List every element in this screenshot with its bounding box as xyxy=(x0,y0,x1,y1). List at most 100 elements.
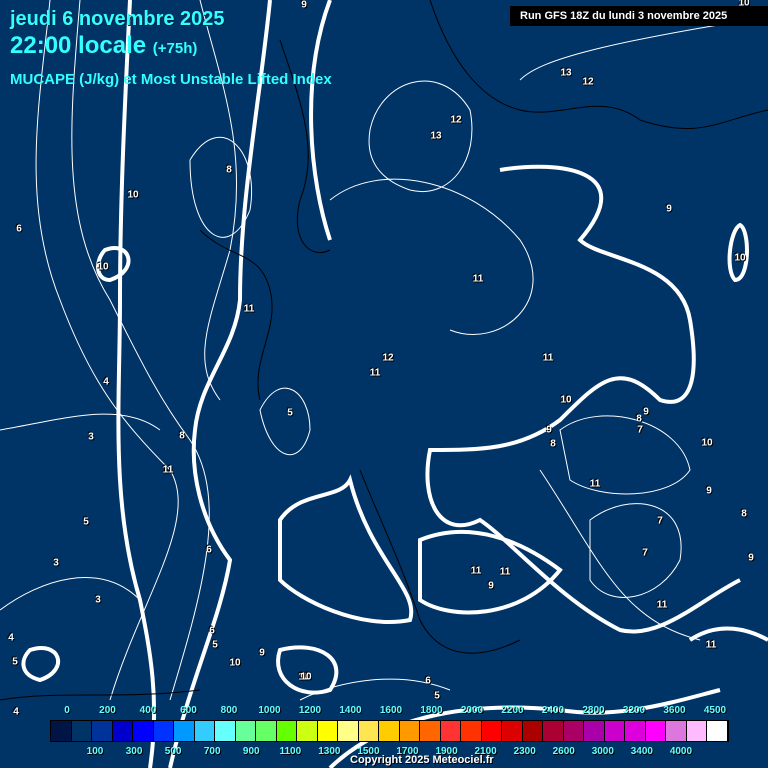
contour-label: 6 xyxy=(425,675,431,687)
contour-label: 9 xyxy=(546,424,552,436)
legend-top-label: 3200 xyxy=(622,705,646,716)
legend-bottom-label: 1100 xyxy=(279,746,302,757)
contour-label: 13 xyxy=(560,67,572,79)
contour-label: 5 xyxy=(83,516,89,528)
thin-contour xyxy=(0,413,161,431)
legend-top-label: 2000 xyxy=(460,705,484,716)
legend-swatch xyxy=(481,721,502,741)
thick-contour xyxy=(116,0,157,768)
thin-contour xyxy=(329,178,534,335)
legend-top-label: 1600 xyxy=(379,705,403,716)
contour-label: 3 xyxy=(53,557,59,569)
contour-label: 13 xyxy=(430,130,442,142)
contour-label: 11 xyxy=(542,352,554,364)
thick-contour xyxy=(276,645,339,695)
legend-bottom-label: 1300 xyxy=(318,746,341,757)
contour-label: 11 xyxy=(369,367,381,379)
contour-label: 8 xyxy=(550,438,556,450)
legend-top-label: 800 xyxy=(220,705,238,716)
legend-bottom-label: 2600 xyxy=(552,746,575,757)
forecast-date: jeudi 6 novembre 2025 xyxy=(10,8,225,30)
contour-label: 8 xyxy=(226,164,232,176)
color-legend xyxy=(50,720,729,742)
thin-contour xyxy=(539,469,701,641)
contour-label: 11 xyxy=(472,273,484,285)
contour-label: 9 xyxy=(666,203,672,215)
legend-swatch xyxy=(379,721,400,741)
contour-label: 11 xyxy=(705,639,717,651)
contour-label: 8 xyxy=(636,413,642,425)
run-info: Run GFS 18Z du lundi 3 novembre 2025 xyxy=(510,6,768,26)
contour-label: 8 xyxy=(179,430,185,442)
contour-label: 5 xyxy=(212,639,218,651)
contour-label: 11 xyxy=(656,599,668,611)
legend-swatch xyxy=(174,721,195,741)
thin-contour xyxy=(35,0,179,701)
thick-contour xyxy=(278,474,414,624)
contour-label: 11 xyxy=(470,565,482,577)
legend-top-label: 200 xyxy=(99,705,116,716)
contour-label: 5 xyxy=(12,656,18,668)
legend-top-label: 4500 xyxy=(703,705,727,716)
legend-bottom-label: 4000 xyxy=(669,746,693,757)
coastlines xyxy=(0,0,768,701)
legend-swatch xyxy=(522,721,543,741)
contour-label: 6 xyxy=(206,544,212,556)
contour-label: 9 xyxy=(488,580,494,592)
contour-label: 12 xyxy=(582,76,594,88)
legend-bottom-label: 3400 xyxy=(630,746,653,757)
legend-swatch xyxy=(276,721,297,741)
contour-label: 12 xyxy=(382,352,394,364)
contour-label: 9 xyxy=(706,485,712,497)
legend-bottom-label: 2300 xyxy=(513,746,536,757)
thin-contour xyxy=(589,503,682,598)
legend-top-label: 2400 xyxy=(541,705,565,716)
contour-label: 6 xyxy=(209,625,215,637)
legend-swatch xyxy=(686,721,707,741)
thick-contour xyxy=(168,0,272,768)
contour-label: 10 xyxy=(560,394,572,406)
contour-label: 8 xyxy=(741,508,747,520)
contour-label: 3 xyxy=(88,431,94,443)
thick-contour xyxy=(688,626,768,642)
contour-label: 10 xyxy=(300,671,312,683)
contour-label: 9 xyxy=(643,406,649,418)
legend-swatch xyxy=(645,721,666,741)
parameter-title: MUCAPE (J/kg) et Most Unstable Lifted In… xyxy=(10,71,332,88)
legend-top-label: 1800 xyxy=(420,705,443,716)
contour-label: 5 xyxy=(287,407,293,419)
legend-swatch xyxy=(235,721,256,741)
thick-contour xyxy=(425,164,741,634)
thin-contour xyxy=(368,80,473,192)
legend-swatch xyxy=(338,721,359,741)
contour-label: 11 xyxy=(162,464,174,476)
legend-top-label: 1200 xyxy=(298,705,322,716)
legend-swatch xyxy=(666,721,687,741)
legend-swatch xyxy=(92,721,113,741)
legend-top-label: 600 xyxy=(180,705,197,716)
legend-top-label: 2800 xyxy=(582,705,605,716)
legend-top-label: 2200 xyxy=(501,705,524,716)
legend-swatch xyxy=(256,721,277,741)
contour-label: 11 xyxy=(589,478,601,490)
contour-label: 9 xyxy=(259,647,265,659)
legend-swatch xyxy=(420,721,441,741)
contour-label: 7 xyxy=(657,515,663,527)
lead-time: (+75h) xyxy=(152,40,198,57)
contour-label: 10 xyxy=(701,437,713,449)
legend-top-label: 400 xyxy=(139,705,157,716)
legend-swatch xyxy=(604,721,625,741)
legend-swatch xyxy=(194,721,215,741)
contour-label: 5 xyxy=(434,690,440,702)
legend-swatch xyxy=(153,721,174,741)
contour-label: 12 xyxy=(450,114,462,126)
contour-label: 10 xyxy=(229,657,241,669)
contour-label: 10 xyxy=(127,189,139,201)
contour-label: 11 xyxy=(243,303,255,315)
legend-bottom-label: 300 xyxy=(125,746,143,757)
contour-label: 4 xyxy=(8,632,14,644)
contour-label: 3 xyxy=(95,594,101,606)
thick-contour xyxy=(309,0,332,241)
thin-contour xyxy=(0,577,141,611)
contour-layer xyxy=(0,0,768,768)
